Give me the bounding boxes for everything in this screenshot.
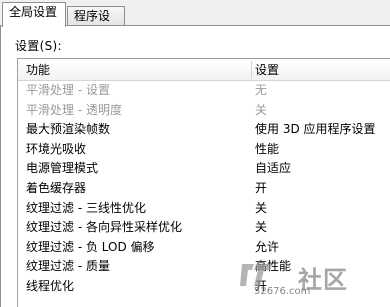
setting-cell: 无	[255, 83, 268, 97]
setting-cell: 开	[255, 180, 268, 195]
settings-label: 设置(S):	[15, 39, 62, 53]
column-header-feature[interactable]: 功能	[26, 59, 50, 81]
feature-cell: 着色缓存器	[26, 180, 87, 195]
site-watermark: 社区 52676.com	[236, 258, 388, 304]
feature-cell: 线程优化	[26, 278, 75, 293]
table-row[interactable]: 最大预渲染帧数 使用 3D 应用程序设置	[18, 120, 390, 140]
tab-program-settings[interactable]: 程序设置	[67, 6, 125, 41]
setting-cell: 使用 3D 应用程序设置	[255, 122, 376, 137]
feature-cell: 平滑处理 - 透明度	[26, 102, 122, 117]
column-header-setting[interactable]: 设置	[255, 59, 279, 81]
list-header: 功能 设置	[18, 59, 390, 81]
setting-cell: 关	[255, 102, 268, 117]
feature-cell: 最大预渲染帧数	[26, 122, 111, 137]
tab-global-settings[interactable]: 全局设置	[2, 2, 66, 27]
table-row[interactable]: 纹理过滤 - 各向异性采样优化 关	[18, 218, 390, 238]
feature-cell: 纹理过滤 - 各向异性采样优化	[26, 220, 182, 235]
column-divider[interactable]	[251, 61, 252, 79]
feature-cell: 平滑处理 - 设置	[26, 83, 110, 97]
feature-cell: 纹理过滤 - 负 LOD 偏移	[26, 239, 155, 254]
table-row[interactable]: 着色缓存器 开	[18, 179, 390, 199]
setting-cell: 关	[255, 220, 268, 235]
setting-cell: 性能	[255, 141, 280, 156]
feature-cell: 电源管理模式	[26, 161, 99, 176]
table-row[interactable]: 环境光吸收 性能	[18, 140, 390, 160]
table-row[interactable]: 平滑处理 - 设置 无	[18, 81, 390, 101]
setting-cell: 允许	[255, 239, 280, 254]
feature-cell: 纹理过滤 - 三线性优化	[26, 200, 146, 215]
tab-bar: 全局设置 程序设置	[0, 0, 390, 41]
feature-cell: 环境光吸收	[26, 141, 87, 156]
feature-cell: 纹理过滤 - 质量	[26, 259, 110, 274]
setting-cell: 自适应	[255, 161, 292, 176]
table-row[interactable]: 纹理过滤 - 负 LOD 偏移 允许	[18, 238, 390, 258]
setting-cell: 关	[255, 200, 268, 215]
watermark-url: 52676.com	[254, 286, 311, 297]
table-row[interactable]: 纹理过滤 - 三线性优化 关	[18, 199, 390, 219]
table-row[interactable]: 平滑处理 - 透明度 关	[18, 101, 390, 121]
table-row[interactable]: 电源管理模式 自适应	[18, 159, 390, 179]
